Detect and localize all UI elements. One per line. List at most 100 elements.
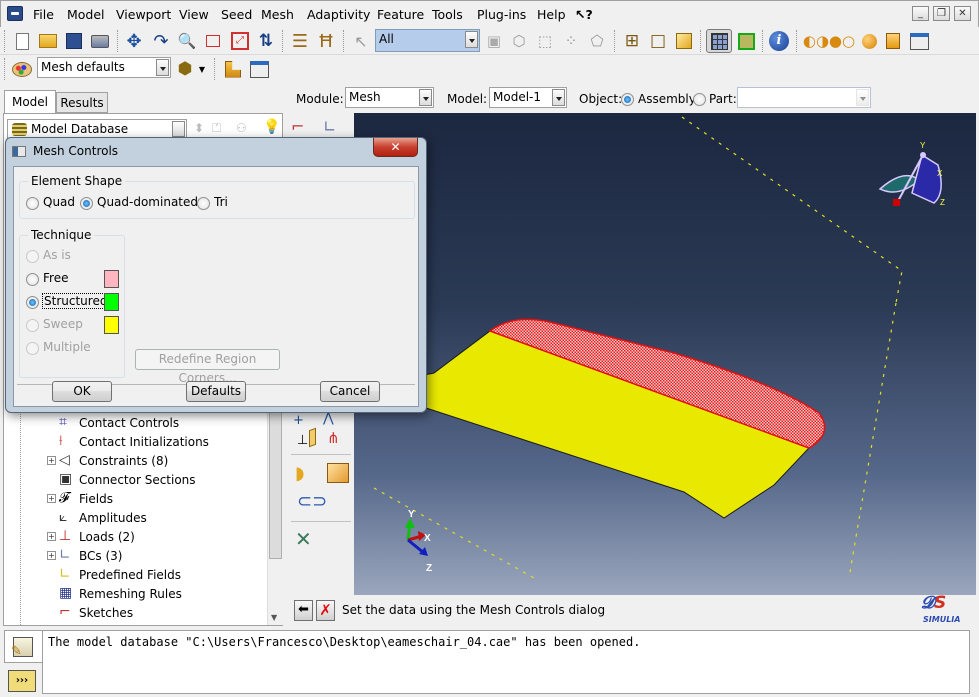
expand-icon[interactable]: + bbox=[47, 456, 56, 465]
menu-file[interactable]: File bbox=[33, 7, 54, 22]
tri-radio[interactable] bbox=[197, 197, 210, 210]
info-icon[interactable]: i bbox=[768, 30, 790, 52]
menu-adaptivity[interactable]: Adaptivity bbox=[307, 7, 370, 22]
app-icon[interactable] bbox=[7, 6, 23, 21]
tree-item[interactable]: BCs (3) bbox=[79, 547, 122, 565]
tree-item[interactable]: Loads (2) bbox=[79, 528, 135, 546]
tree-item[interactable]: Sketches bbox=[79, 604, 133, 622]
cancel-procedure-button[interactable]: ✗ bbox=[316, 600, 335, 621]
tree-item[interactable]: Contact Initializations bbox=[79, 433, 209, 451]
save-icon[interactable] bbox=[63, 30, 85, 52]
tab-model[interactable]: Model bbox=[4, 90, 56, 114]
back-arrow-button[interactable]: ⬅ bbox=[294, 600, 313, 621]
shaded-icon[interactable] bbox=[673, 30, 695, 52]
close-window-button[interactable]: ✕ bbox=[954, 6, 971, 21]
tree-filter-icon[interactable]: ⚇ bbox=[236, 121, 247, 135]
scroll-down-icon[interactable]: ▼ bbox=[271, 613, 277, 622]
verify-mesh-icon[interactable]: ⋔ bbox=[327, 429, 340, 447]
assign-element-type-icon[interactable]: ⊥ bbox=[297, 427, 319, 451]
open-folder-icon[interactable] bbox=[37, 30, 59, 52]
tab-results[interactable]: Results bbox=[56, 92, 108, 113]
free-radio[interactable] bbox=[26, 273, 39, 286]
ok-button[interactable]: OK bbox=[52, 381, 112, 402]
render-style-dropdown-icon[interactable]: ▼ bbox=[196, 58, 208, 80]
parent-folder-icon[interactable]: ⏍ bbox=[212, 121, 221, 136]
manager-window-icon[interactable] bbox=[248, 58, 270, 80]
tools-icon[interactable]: ✕ bbox=[295, 527, 312, 551]
lightbulb-icon[interactable]: 💡 bbox=[263, 119, 280, 135]
tree-item[interactable]: Remeshing Rules bbox=[79, 585, 182, 603]
tree-item[interactable]: Contact Controls bbox=[79, 414, 179, 432]
box-zoom-icon[interactable] bbox=[202, 30, 224, 52]
selection-filter-select[interactable]: All bbox=[375, 29, 480, 52]
menu-viewport[interactable]: Viewport bbox=[116, 7, 171, 22]
hidden-line-icon[interactable]: □ bbox=[647, 30, 669, 52]
select-arrow-icon[interactable]: ↖ bbox=[350, 30, 372, 52]
boolean-union-icon[interactable]: ◐◑ bbox=[803, 30, 829, 52]
tree-item[interactable]: Amplitudes bbox=[79, 509, 147, 527]
expand-icon[interactable]: + bbox=[47, 532, 56, 541]
menu-plugins[interactable]: Plug-ins bbox=[477, 7, 526, 22]
redefine-region-corners-button[interactable]: Redefine Region Corners... bbox=[135, 349, 280, 385]
part-radio[interactable] bbox=[693, 93, 706, 106]
tree-item[interactable]: Fields bbox=[79, 490, 113, 508]
select-options-icon[interactable]: ▣ bbox=[483, 30, 505, 52]
as-is-radio[interactable] bbox=[26, 250, 39, 263]
tree-root-select[interactable]: Model Database bbox=[7, 119, 187, 139]
defaults-button[interactable]: Defaults bbox=[186, 381, 246, 402]
menu-feature[interactable]: Feature bbox=[377, 7, 424, 22]
show-mesh-icon[interactable] bbox=[706, 29, 732, 53]
mesh-part-icon[interactable]: ∟ bbox=[323, 117, 349, 139]
native-mesh-icon[interactable] bbox=[735, 30, 757, 52]
menu-seed[interactable]: Seed bbox=[221, 7, 252, 22]
sphere-icon[interactable] bbox=[858, 30, 880, 52]
render-style-icon[interactable]: ⬢ bbox=[174, 58, 196, 80]
viewport[interactable]: Y X Z Y X Z bbox=[354, 113, 976, 595]
restore-button[interactable]: ❐ bbox=[933, 6, 950, 21]
select-drag-icon[interactable]: ⬠ bbox=[586, 30, 608, 52]
menu-model[interactable]: Model bbox=[67, 7, 105, 22]
wireframe-icon[interactable]: ⊞ bbox=[621, 30, 643, 52]
color-palette-icon[interactable] bbox=[11, 58, 33, 80]
tree-item[interactable]: Constraints (8) bbox=[79, 452, 168, 470]
select-points-icon[interactable]: ⁘ bbox=[560, 30, 582, 52]
part-shape-icon[interactable] bbox=[882, 30, 904, 52]
zoom-icon[interactable]: 🔍 bbox=[176, 30, 198, 52]
menu-view[interactable]: View bbox=[179, 7, 209, 22]
select-box-icon[interactable]: ⬚ bbox=[534, 30, 556, 52]
python-console-tab[interactable]: ››› bbox=[8, 670, 36, 692]
structured-radio[interactable] bbox=[26, 296, 39, 309]
bias-seed-icon[interactable]: ⋀ bbox=[323, 411, 334, 426]
pan-icon[interactable]: ✥ bbox=[123, 30, 145, 52]
message-area[interactable]: The model database "C:\Users\Francesco\D… bbox=[42, 630, 970, 694]
message-tab[interactable]: ✎ bbox=[4, 630, 42, 663]
model-select[interactable]: Model-1 bbox=[489, 87, 567, 108]
cancel-button[interactable]: Cancel bbox=[320, 381, 380, 402]
expand-icon[interactable]: + bbox=[47, 494, 56, 503]
module-select[interactable]: Mesh bbox=[345, 87, 434, 108]
cycle-views-icon[interactable]: ⇅ bbox=[255, 30, 277, 52]
quad-dominated-radio[interactable] bbox=[80, 197, 93, 210]
seed-part-icon[interactable]: ⌐ bbox=[291, 117, 317, 139]
part-select[interactable] bbox=[737, 87, 871, 108]
dialog-close-button[interactable]: ✕ bbox=[373, 138, 418, 157]
partition-icon[interactable] bbox=[222, 58, 244, 80]
edit-mesh-icon[interactable]: ◗ bbox=[295, 463, 319, 487]
menu-mesh[interactable]: Mesh bbox=[261, 7, 294, 22]
color-code-select[interactable]: Mesh defaults bbox=[37, 57, 171, 78]
auto-fit-icon[interactable]: ⤢ bbox=[229, 30, 251, 52]
quad-radio[interactable] bbox=[26, 197, 39, 210]
expand-icon[interactable]: + bbox=[47, 551, 56, 560]
seed-edge-icon[interactable]: + bbox=[293, 413, 304, 428]
sweep-radio[interactable] bbox=[26, 319, 39, 332]
menu-tools[interactable]: Tools bbox=[432, 7, 463, 22]
select-3d-icon[interactable]: ⬡ bbox=[508, 30, 530, 52]
move-up-icon[interactable]: ⬍ bbox=[194, 121, 204, 135]
tree-item[interactable]: Predefined Fields bbox=[79, 566, 181, 584]
scrollbar-thumb[interactable] bbox=[269, 409, 282, 559]
assembly-radio[interactable] bbox=[621, 93, 634, 106]
whats-this-icon[interactable]: ↖? bbox=[575, 7, 593, 22]
table-window-icon[interactable] bbox=[908, 30, 930, 52]
partition-cell-icon[interactable] bbox=[327, 463, 349, 483]
ladder-alt-icon[interactable]: Ħ bbox=[315, 30, 337, 52]
